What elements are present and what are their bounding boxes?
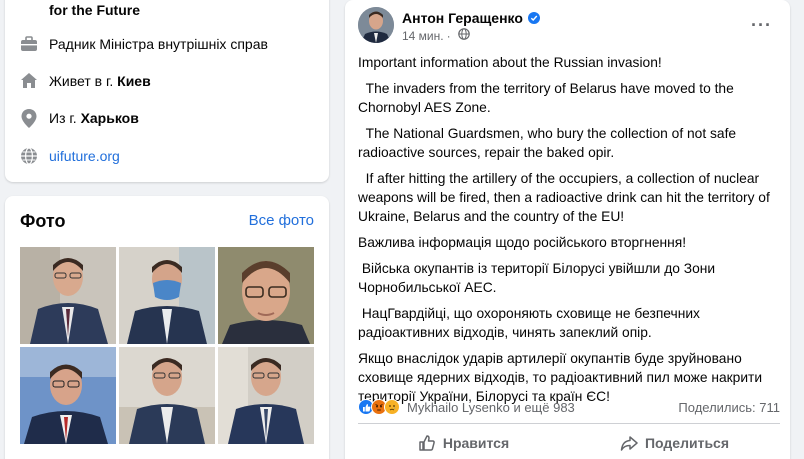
photo-grid — [20, 247, 315, 444]
photo-thumbnail[interactable] — [20, 247, 116, 344]
from-city[interactable]: Харьков — [81, 110, 139, 126]
from-prefix: Из г. — [49, 110, 81, 126]
intro-card: for the Future Радник Міністра внутрішні… — [5, 0, 329, 182]
meta-dot: · — [446, 28, 451, 43]
share-icon — [620, 436, 638, 451]
sad-reaction-icon[interactable] — [384, 399, 400, 415]
website-link[interactable]: uifuture.org — [49, 148, 120, 164]
photo-thumbnail[interactable] — [119, 247, 215, 344]
post-paragraph: The National Guardsmen, who bury the col… — [358, 126, 740, 160]
share-button[interactable]: Поделиться — [569, 428, 780, 458]
post-card: Антон Геращенко 14 мин. · ··· Important … — [345, 0, 790, 459]
org-line-text: for the Future — [49, 2, 140, 18]
actions-divider — [358, 423, 780, 424]
like-button[interactable]: Нравится — [358, 428, 569, 458]
org-line[interactable]: for the Future — [49, 2, 140, 18]
photos-card: Фото Все фото — [5, 196, 329, 459]
home-icon — [19, 71, 39, 91]
author-avatar[interactable] — [358, 7, 394, 43]
shares-count[interactable]: Поделились: 711 — [678, 400, 780, 415]
reactions-bar: Mykhailo Lysenko и ещё 983 Поделились: 7… — [358, 396, 780, 418]
author-name-text[interactable]: Антон Геращенко — [402, 10, 523, 26]
photo-thumbnail[interactable] — [218, 347, 314, 444]
lives-prefix: Живет в г. — [49, 73, 118, 89]
verified-icon — [527, 12, 540, 24]
like-label: Нравится — [442, 435, 510, 451]
like-icon — [419, 435, 435, 451]
post-time[interactable]: 14 мин. — [402, 29, 444, 43]
post-paragraph: Війська окупантів із території Білорусі … — [358, 261, 719, 295]
audience-globe-icon[interactable] — [457, 28, 470, 43]
photos-title[interactable]: Фото — [20, 211, 65, 232]
post-meta: 14 мин. · — [402, 28, 470, 43]
post-paragraph: Important information about the Russian … — [358, 55, 662, 70]
location-icon — [19, 108, 39, 128]
post-paragraph: If after hitting the artillery of the oc… — [358, 171, 774, 224]
post-body: Important information about the Russian … — [358, 53, 778, 413]
globe-icon — [19, 146, 39, 166]
briefcase-icon — [19, 34, 39, 54]
share-label: Поделиться — [644, 435, 730, 451]
post-paragraph: Важлива інформація щодо російського втор… — [358, 235, 687, 250]
post-actions: Нравится Поделиться — [358, 428, 780, 458]
post-paragraph: The invaders from the territory of Belar… — [358, 81, 738, 115]
lives-city[interactable]: Киев — [117, 73, 151, 89]
photo-thumbnail[interactable] — [218, 247, 314, 344]
intro-website: uifuture.org — [19, 146, 120, 166]
reactions-count[interactable]: Mykhailo Lysenko и ещё 983 — [407, 400, 575, 415]
job-text: Радник Міністра внутрішніх справ — [49, 36, 268, 52]
photo-thumbnail[interactable] — [119, 347, 215, 444]
post-paragraph: НацГвардійці, що охороняють сховище не б… — [358, 306, 704, 340]
intro-from: Из г. Харьков — [19, 108, 139, 128]
more-icon[interactable]: ··· — [751, 15, 772, 36]
intro-job: Радник Міністра внутрішніх справ — [19, 34, 268, 54]
intro-lives: Живет в г. Киев — [19, 71, 151, 91]
see-all-photos-link[interactable]: Все фото — [249, 212, 314, 229]
photo-thumbnail[interactable] — [20, 347, 116, 444]
author-name[interactable]: Антон Геращенко — [402, 10, 540, 26]
